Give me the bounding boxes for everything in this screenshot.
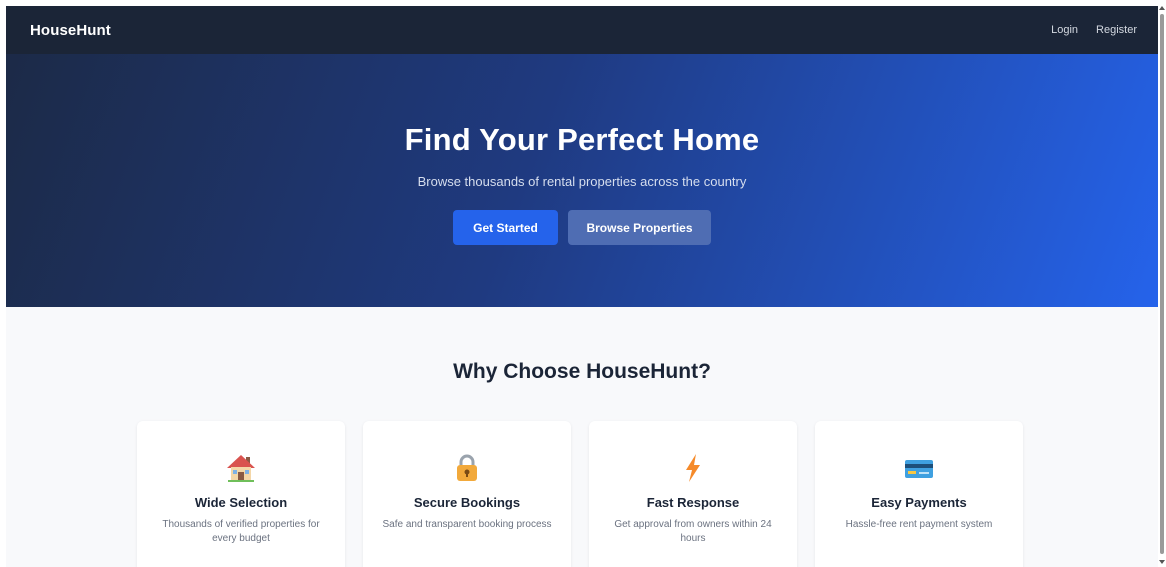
card-title: Fast Response [646,495,740,510]
card-title: Secure Bookings [413,495,521,510]
feature-cards: Wide Selection Thousands of verified pro… [137,421,1023,567]
get-started-button[interactable]: Get Started [453,210,558,245]
hero-section: Find Your Perfect Home Browse thousands … [6,54,1158,307]
hero-title: Find Your Perfect Home [404,122,760,157]
vertical-scrollbar[interactable] [1158,0,1166,567]
register-link[interactable]: Register [1096,24,1137,36]
house-icon [224,451,258,485]
credit-card-icon [902,451,936,485]
app-frame: HouseHunt Login Register Find Your Perfe… [6,6,1158,567]
scrollbar-thumb[interactable] [1160,14,1164,554]
feature-card-wide-selection: Wide Selection Thousands of verified pro… [137,421,345,567]
card-title: Easy Payments [871,495,967,510]
card-description: Safe and transparent booking process [382,519,552,530]
lock-icon [450,451,484,485]
feature-card-easy-payments: Easy Payments Hassle-free rent payment s… [815,421,1023,567]
hero-subtitle: Browse thousands of rental properties ac… [417,174,747,189]
scroll-up-arrow-icon[interactable] [1159,6,1165,10]
hero-buttons: Get Started Browse Properties [453,210,711,245]
card-title: Wide Selection [194,495,288,510]
card-description: Thousands of verified properties for eve… [162,519,320,544]
scroll-down-arrow-icon[interactable] [1159,560,1165,564]
card-description: Hassle-free rent payment system [845,519,993,530]
lightning-icon [676,451,710,485]
nav-links: Login Register [1051,24,1137,36]
feature-card-fast-response: Fast Response Get approval from owners w… [589,421,797,567]
card-description: Get approval from owners within 24 hours [614,519,772,544]
features-section: Why Choose HouseHunt? Wide Selection Tho [6,307,1158,567]
login-link[interactable]: Login [1051,24,1078,36]
navbar: HouseHunt Login Register [6,6,1158,54]
browse-properties-button[interactable]: Browse Properties [568,210,711,245]
feature-card-secure-bookings: Secure Bookings Safe and transparent boo… [363,421,571,567]
brand-logo[interactable]: HouseHunt [30,22,111,39]
section-title: Why Choose HouseHunt? [453,360,711,383]
